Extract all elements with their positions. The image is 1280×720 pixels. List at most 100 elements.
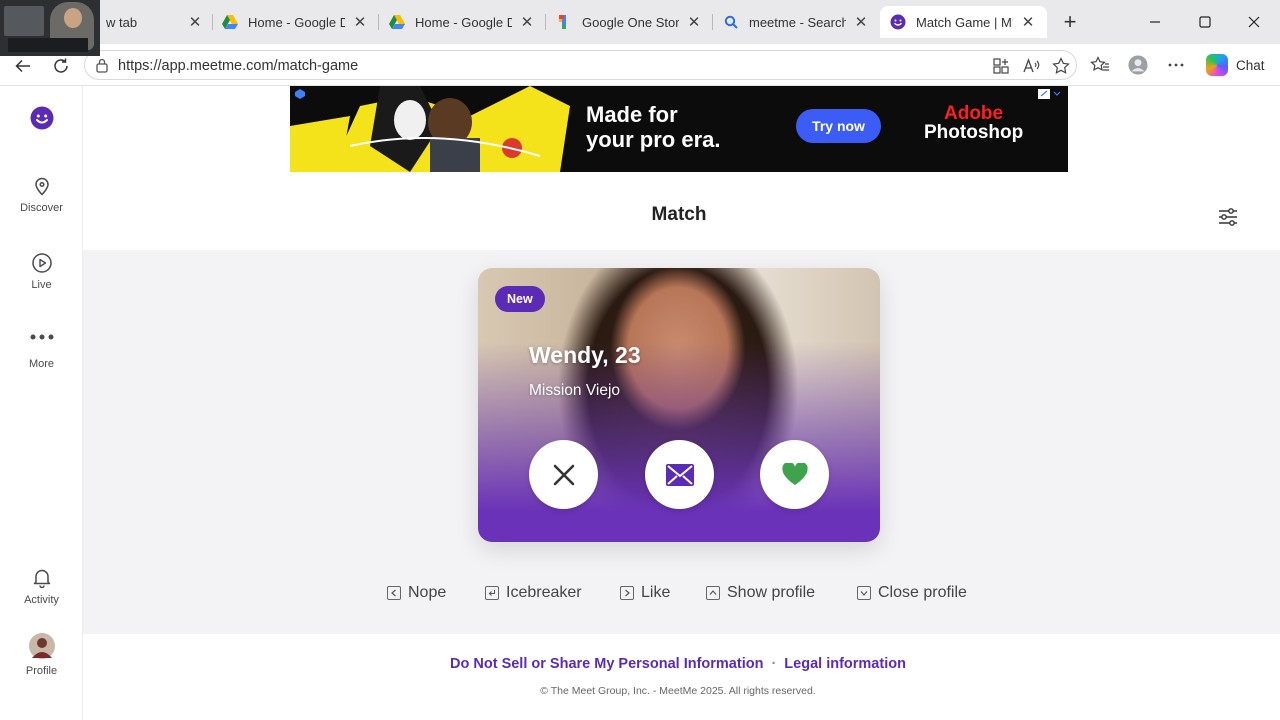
profile-name-age: Wendy, 23	[529, 342, 641, 368]
tab-title: meetme - Search	[749, 14, 846, 30]
google-drive-icon	[389, 14, 405, 30]
sidebar-item-label: More	[28, 358, 55, 370]
sidebar-item-more[interactable]: More	[0, 334, 83, 370]
tab-title: Home - Google Dr	[415, 14, 512, 30]
copilot-icon	[1206, 54, 1228, 76]
url-text: https://app.meetme.com/match-game	[118, 58, 359, 74]
ad-info-icon[interactable]	[1038, 86, 1061, 99]
play-circle-icon	[31, 253, 52, 273]
envelope-icon	[665, 463, 694, 486]
tab-strip: w tab ✕ Home - Google Dr ✕ Home - Google…	[0, 0, 1280, 56]
tab-meetme-search[interactable]: meetme - Search ✕	[713, 6, 880, 38]
tab-title: w tab	[106, 14, 138, 30]
sidebar: Discover Live More Activity Profile	[0, 86, 83, 720]
more-menu-icon[interactable]	[1166, 55, 1186, 75]
profile-avatar-icon[interactable]	[1128, 55, 1148, 75]
ad-banner[interactable]: Made for your pro era. Try now Adobe Pho…	[290, 86, 1068, 172]
ad-headline: Made for your pro era.	[586, 102, 721, 152]
google-drive-icon	[222, 14, 238, 30]
address-toolbar: https://app.meetme.com/match-game Chat	[0, 44, 1280, 86]
search-icon	[723, 14, 739, 30]
tab-google-drive-1[interactable]: Home - Google Dr ✕	[212, 6, 379, 38]
enter-key-icon	[485, 586, 499, 600]
tab-title: Home - Google Dr	[248, 14, 345, 30]
sidebar-item-label: Activity	[24, 594, 59, 606]
bell-icon	[33, 569, 50, 588]
ad-artwork	[290, 86, 570, 172]
match-card[interactable]: New Wendy, 23 Mission Viejo	[478, 268, 880, 542]
nope-button[interactable]	[529, 440, 598, 509]
profile-location: Mission Viejo	[529, 382, 621, 399]
tab-match-game[interactable]: Match Game | ME ✕	[880, 6, 1047, 38]
arrow-up-key-icon	[706, 586, 720, 600]
sidebar-item-live[interactable]: Live	[0, 253, 83, 291]
close-tab-icon[interactable]: ✕	[1019, 13, 1037, 31]
close-tab-icon[interactable]: ✕	[852, 13, 870, 31]
arrow-down-key-icon	[857, 586, 871, 600]
heart-icon	[781, 463, 808, 485]
close-x-icon	[553, 464, 574, 485]
footer-links: Do Not Sell or Share My Personal Informa…	[83, 656, 1273, 672]
shortcut-close-profile: Close profile	[857, 584, 967, 602]
close-tab-icon[interactable]: ✕	[518, 13, 536, 31]
new-tab-button[interactable]: +	[1058, 8, 1082, 36]
ad-try-now-button[interactable]: Try now	[796, 109, 881, 143]
sidebar-item-activity[interactable]: Activity	[0, 567, 83, 606]
legal-information-link[interactable]: Legal information	[784, 656, 906, 672]
avatar	[28, 633, 55, 659]
minimize-icon	[1150, 21, 1160, 23]
meetme-logo[interactable]	[0, 106, 83, 130]
lock-icon	[95, 58, 109, 78]
shortcut-nope: Nope	[387, 584, 446, 602]
arrow-right-key-icon	[620, 586, 634, 600]
shortcut-show-profile: Show profile	[706, 584, 815, 602]
sidebar-item-discover[interactable]: Discover	[0, 176, 83, 214]
tab-google-drive-2[interactable]: Home - Google Dr ✕	[379, 6, 546, 38]
close-window-button[interactable]	[1231, 6, 1277, 38]
minimize-button[interactable]	[1132, 6, 1178, 38]
back-button[interactable]	[9, 52, 37, 80]
keyboard-shortcuts: Nope Icebreaker Like Show profile Close …	[83, 584, 1280, 610]
shortcut-icebreaker: Icebreaker	[485, 584, 582, 602]
favorites-icon[interactable]	[1090, 55, 1110, 75]
back-arrow-icon	[15, 59, 30, 73]
favorite-star-icon[interactable]	[1052, 57, 1070, 75]
refresh-icon	[54, 58, 68, 73]
sidebar-item-label: Profile	[25, 665, 58, 677]
maximize-icon	[1199, 16, 1211, 28]
sidebar-item-label: Live	[31, 279, 52, 291]
maximize-button[interactable]	[1182, 6, 1228, 38]
ad-brand-photoshop: Photoshop	[924, 122, 1024, 143]
sidebar-item-profile[interactable]: Profile	[0, 633, 83, 677]
copilot-chat-button[interactable]: Chat	[1200, 51, 1270, 79]
tab-new-tab[interactable]: w tab ✕	[96, 6, 214, 38]
address-bar[interactable]: https://app.meetme.com/match-game	[84, 50, 1077, 80]
google-one-icon	[556, 14, 572, 30]
main-content: Made for your pro era. Try now Adobe Pho…	[83, 86, 1280, 720]
more-dots-icon	[30, 334, 53, 340]
tab-title: Google One Storag	[582, 14, 679, 30]
ad-choices-icon[interactable]	[294, 86, 306, 99]
close-tab-icon[interactable]: ✕	[351, 13, 369, 31]
close-tab-icon[interactable]: ✕	[685, 13, 703, 31]
webcam-overlay	[0, 0, 100, 56]
footer-separator: ·	[771, 656, 777, 672]
arrow-left-key-icon	[387, 586, 401, 600]
page-title: Match	[651, 204, 707, 225]
chat-label: Chat	[1236, 57, 1265, 73]
close-icon	[1248, 16, 1260, 28]
meetme-logo-icon	[30, 106, 53, 130]
new-badge: New	[495, 286, 545, 312]
sidebar-item-label: Discover	[20, 202, 63, 214]
meetme-icon	[890, 14, 906, 30]
read-aloud-icon[interactable]	[1022, 57, 1040, 75]
icebreaker-button[interactable]	[645, 440, 714, 509]
tab-google-one[interactable]: Google One Storag ✕	[546, 6, 713, 38]
refresh-button[interactable]	[47, 52, 75, 80]
apps-icon[interactable]	[992, 57, 1010, 75]
shortcut-like: Like	[620, 584, 670, 602]
like-button[interactable]	[760, 440, 829, 509]
do-not-sell-link[interactable]: Do Not Sell or Share My Personal Informa…	[450, 656, 763, 672]
close-tab-icon[interactable]: ✕	[186, 13, 204, 31]
filter-button[interactable]	[1217, 206, 1239, 228]
